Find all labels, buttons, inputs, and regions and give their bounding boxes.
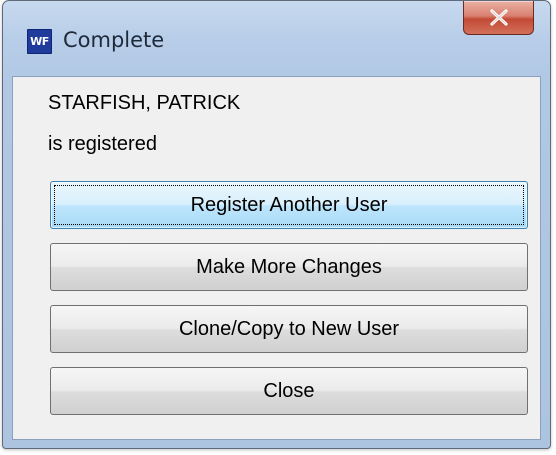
wf-app-icon: WF <box>27 29 52 54</box>
title-bar[interactable]: WF Complete <box>3 1 550 76</box>
status-text: is registered <box>48 133 157 155</box>
window-title: Complete <box>63 28 165 52</box>
clone-copy-button[interactable]: Clone/Copy to New User <box>50 305 528 353</box>
dialog-body: STARFISH, PATRICK is registered Register… <box>12 76 541 440</box>
register-another-user-button[interactable]: Register Another User <box>50 181 528 229</box>
close-window-button[interactable] <box>463 1 534 35</box>
make-more-changes-button[interactable]: Make More Changes <box>50 243 528 291</box>
close-icon <box>490 9 508 26</box>
register-another-user-label: Register Another User <box>190 194 388 216</box>
complete-dialog: WF Complete STARFISH, PATRICK is registe… <box>2 0 551 449</box>
user-name-text: STARFISH, PATRICK <box>48 92 241 114</box>
close-button[interactable]: Close <box>50 367 528 415</box>
